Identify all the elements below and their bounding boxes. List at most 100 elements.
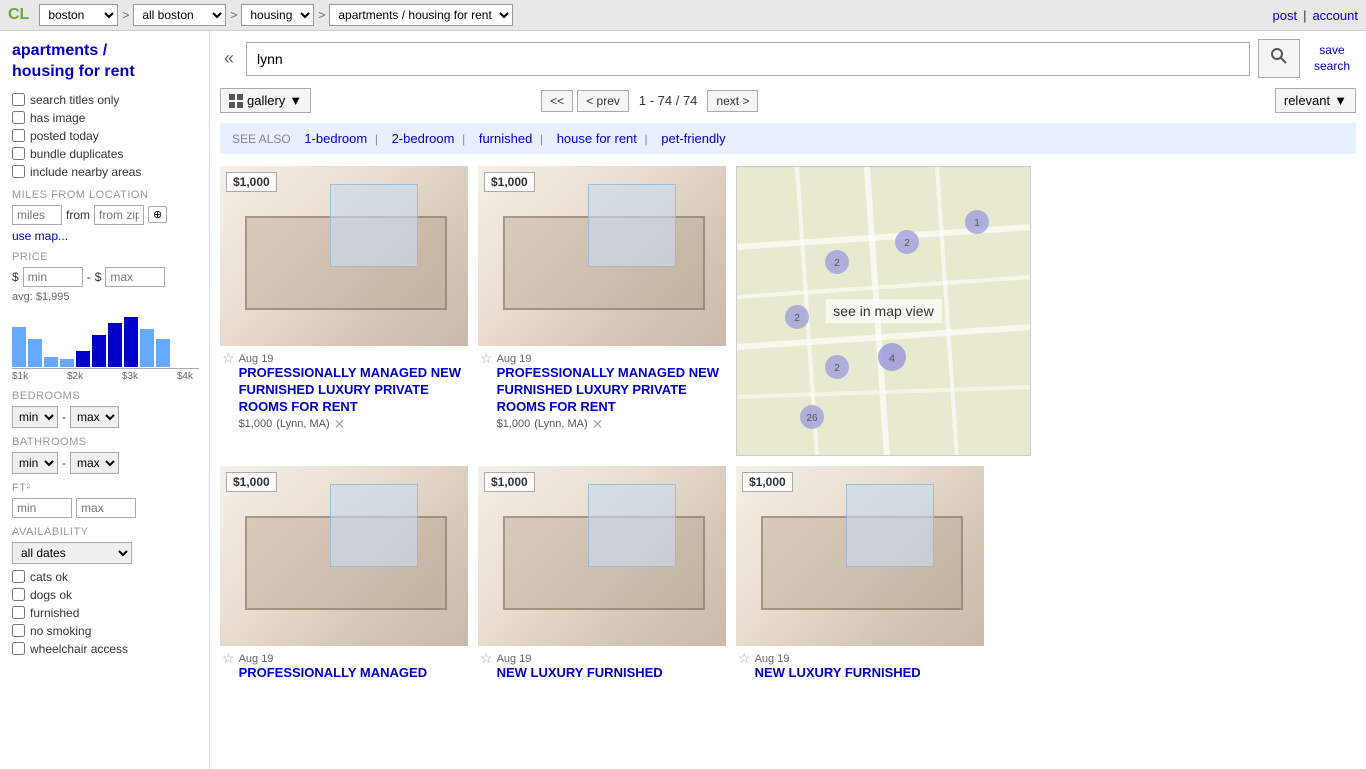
save-search-button[interactable]: save search [1308, 43, 1356, 74]
next-page-button[interactable]: next > [707, 90, 758, 112]
furnished-checkbox[interactable] [12, 606, 25, 619]
cats-ok-text: cats ok [30, 570, 68, 584]
see-also-1bedroom[interactable]: 1-bedroom [304, 131, 367, 146]
posted-today-label[interactable]: posted today [12, 129, 199, 143]
map-panel[interactable]: 2 2 1 2 4 2 26 [736, 166, 1031, 456]
gallery-icon [229, 94, 243, 108]
cats-ok-label[interactable]: cats ok [12, 570, 199, 584]
region-select[interactable]: all boston north shore south shore [133, 4, 226, 26]
search-input[interactable] [246, 42, 1250, 76]
listing-info: ☆ Aug 19 PROFESSIONALLY MANAGED NEW FURN… [220, 346, 468, 437]
has-image-checkbox[interactable] [12, 111, 25, 124]
breadcrumb-arrow-2: > [230, 8, 237, 22]
listing-card[interactable]: $1,000 ☆ Aug 19 NEW LUXURY FURNISHED [478, 466, 726, 686]
dogs-ok-label[interactable]: dogs ok [12, 588, 199, 602]
bundle-duplicates-checkbox[interactable] [12, 147, 25, 160]
see-also-house-for-rent[interactable]: house for rent [557, 131, 637, 146]
city-select[interactable]: boston new york chicago [39, 4, 118, 26]
map-view-label[interactable]: see in map view [825, 299, 941, 323]
bedrooms-dash: - [62, 410, 66, 424]
ft2-max-input[interactable] [76, 498, 136, 518]
miles-input[interactable] [12, 205, 62, 225]
amenity-checkboxes: cats ok dogs ok furnished no smoking whe… [12, 570, 199, 656]
search-button[interactable] [1258, 39, 1300, 78]
see-also-2bedroom[interactable]: 2-bedroom [392, 131, 455, 146]
collapse-sidebar-button[interactable]: « [220, 48, 238, 69]
miles-row: from ⊕ [12, 205, 199, 225]
sort-button[interactable]: relevant ▼ [1275, 88, 1356, 113]
wheelchair-access-checkbox[interactable] [12, 642, 25, 655]
listing-card[interactable]: $1,000 ☆ Aug 19 PROFESSIONALLY MANAGED [220, 466, 468, 686]
subcategory-select[interactable]: apartments / housing for rent rooms & sh… [329, 4, 513, 26]
listing-image [220, 166, 468, 346]
price-axis-1k: $1k [12, 371, 28, 382]
bar-6 [92, 335, 106, 367]
listing-title[interactable]: PROFESSIONALLY MANAGED [239, 665, 428, 682]
listing-remove-icon[interactable]: ✕ [592, 416, 604, 433]
bedrooms-section-heading: BEDROOMS [12, 390, 199, 402]
listings-row-1: $1,000 ☆ Aug 19 PROFESSIONALLY MANAGED N… [220, 166, 1356, 456]
bundle-duplicates-label[interactable]: bundle duplicates [12, 147, 199, 161]
favorite-star-icon[interactable]: ☆ [480, 650, 493, 667]
bar-9 [140, 329, 154, 367]
listing-card[interactable]: $1,000 ☆ Aug 19 PROFESSIONALLY MANAGED N… [478, 166, 726, 456]
see-also-pet-friendly[interactable]: pet-friendly [661, 131, 725, 146]
listing-date: Aug 19 [497, 653, 532, 665]
furnished-label[interactable]: furnished [12, 606, 199, 620]
first-page-button[interactable]: << [541, 90, 573, 112]
pagination: << < prev 1 - 74 / 74 next > [541, 90, 758, 112]
price-min-input[interactable] [23, 267, 83, 287]
sort-label: relevant [1284, 93, 1330, 108]
from-text: from [66, 208, 90, 222]
listing-remove-icon[interactable]: ✕ [334, 416, 346, 433]
listing-title[interactable]: NEW LUXURY FURNISHED [497, 665, 663, 682]
zip-input[interactable] [94, 205, 144, 225]
prev-page-button[interactable]: < prev [577, 90, 629, 112]
listing-card[interactable]: $1,000 ☆ Aug 19 NEW LUXURY FURNISHED [736, 466, 984, 686]
favorite-star-icon[interactable]: ☆ [222, 350, 235, 367]
posted-today-checkbox[interactable] [12, 129, 25, 142]
availability-select[interactable]: all dates today this week this month [12, 542, 132, 564]
price-max-input[interactable] [105, 267, 165, 287]
no-smoking-label[interactable]: no smoking [12, 624, 199, 638]
search-icon [1271, 48, 1287, 64]
category-select[interactable]: housing for sale jobs [241, 4, 314, 26]
listing-date: Aug 19 [497, 353, 532, 365]
bedrooms-max-select[interactable]: max123 [70, 406, 119, 428]
bathrooms-max-select[interactable]: max12 [70, 452, 119, 474]
listing-card[interactable]: $1,000 ☆ Aug 19 PROFESSIONALLY MANAGED N… [220, 166, 468, 456]
favorite-star-icon[interactable]: ☆ [222, 650, 235, 667]
ft2-min-input[interactable] [12, 498, 72, 518]
bathrooms-min-select[interactable]: min12 [12, 452, 58, 474]
include-nearby-text: include nearby areas [30, 165, 141, 179]
gallery-view-button[interactable]: gallery ▼ [220, 88, 311, 113]
has-image-label[interactable]: has image [12, 111, 199, 125]
location-crosshair-button[interactable]: ⊕ [148, 206, 167, 223]
include-nearby-label[interactable]: include nearby areas [12, 165, 199, 179]
dogs-ok-checkbox[interactable] [12, 588, 25, 601]
price-row: $ - $ [12, 267, 199, 287]
listing-title[interactable]: PROFESSIONALLY MANAGED NEW FURNISHED LUX… [239, 365, 466, 416]
listing-title[interactable]: NEW LUXURY FURNISHED [755, 665, 921, 682]
no-smoking-checkbox[interactable] [12, 624, 25, 637]
search-titles-only-label[interactable]: search titles only [12, 93, 199, 107]
favorite-star-icon[interactable]: ☆ [738, 650, 751, 667]
post-link[interactable]: post [1272, 8, 1297, 23]
bedrooms-min-select[interactable]: min123 [12, 406, 58, 428]
wheelchair-access-label[interactable]: wheelchair access [12, 642, 199, 656]
listing-price-badge: $1,000 [484, 172, 535, 192]
include-nearby-checkbox[interactable] [12, 165, 25, 178]
posted-today-text: posted today [30, 129, 99, 143]
see-also-furnished[interactable]: furnished [479, 131, 532, 146]
cats-ok-checkbox[interactable] [12, 570, 25, 583]
search-titles-only-checkbox[interactable] [12, 93, 25, 106]
favorite-star-icon[interactable]: ☆ [480, 350, 493, 367]
listings-grid: $1,000 ☆ Aug 19 PROFESSIONALLY MANAGED N… [220, 166, 1356, 696]
use-map-link[interactable]: use map... [12, 229, 68, 243]
listings-row-2: $1,000 ☆ Aug 19 PROFESSIONALLY MANAGED [220, 466, 1356, 686]
account-link[interactable]: account [1312, 8, 1358, 23]
svg-text:2: 2 [834, 363, 840, 374]
price-axis-2k: $2k [67, 371, 83, 382]
listing-title[interactable]: PROFESSIONALLY MANAGED NEW FURNISHED LUX… [497, 365, 724, 416]
listing-meta-price: $1,000 [239, 418, 273, 430]
